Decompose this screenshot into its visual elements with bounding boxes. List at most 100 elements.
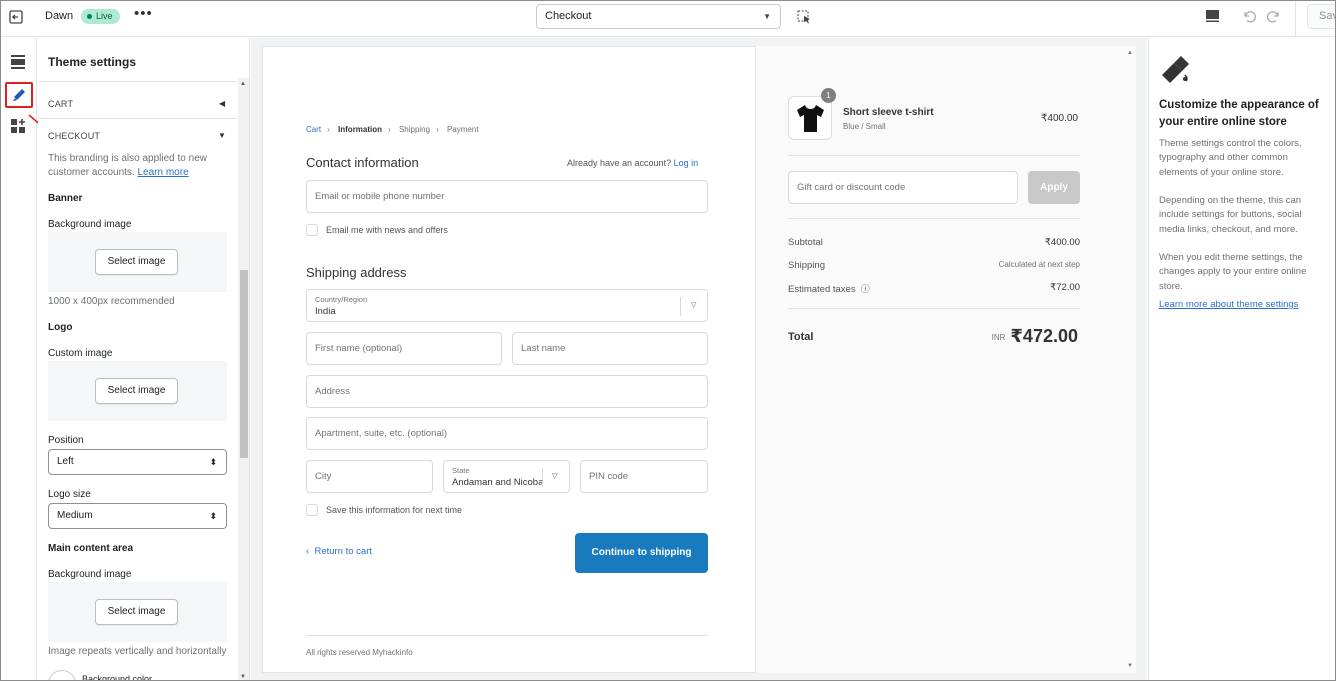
breadcrumb: Cart › Information › Shipping › Payment xyxy=(306,125,485,134)
logo-image-picker: Select image xyxy=(48,361,227,421)
divider xyxy=(38,81,238,82)
country-label: Country/Region xyxy=(315,295,368,304)
save-info-label: Save this information for next time xyxy=(326,505,463,515)
product-variant: Blue / Small xyxy=(843,122,886,131)
logo-heading: Logo xyxy=(48,322,73,333)
country-select[interactable]: Country/Region India ▽ xyxy=(306,289,708,322)
taxes-value: ₹72.00 xyxy=(1050,282,1080,293)
chevron-down-icon: ▽ xyxy=(552,473,558,480)
shipping-value: Calculated at next step xyxy=(998,260,1080,269)
shipping-title: Shipping address xyxy=(306,265,407,280)
state-value: Andaman and Nicobar Islands xyxy=(452,477,542,488)
apply-button[interactable]: Apply xyxy=(1028,171,1080,204)
exit-icon[interactable] xyxy=(9,10,23,24)
paint-brush-icon xyxy=(1162,56,1189,83)
contact-title: Contact information xyxy=(306,155,419,170)
cart-section-header[interactable]: CART ◀ xyxy=(48,99,228,109)
page-select[interactable]: Checkout ▼ xyxy=(536,4,781,29)
main-content-heading: Main content area xyxy=(48,543,134,554)
first-name-field[interactable]: First name (optional) xyxy=(306,332,502,365)
tshirt-icon xyxy=(797,105,824,132)
scroll-up-icon[interactable]: ▲ xyxy=(240,81,246,87)
chevron-left-icon: ‹ xyxy=(306,546,310,557)
info-paragraph-1: Theme settings control the colors, typog… xyxy=(1159,138,1302,178)
info-paragraph-2: Depending on the theme, this can include… xyxy=(1159,195,1302,235)
position-select[interactable]: Left ⬍ xyxy=(48,449,227,475)
account-prompt-text: Already have an account? xyxy=(567,158,672,168)
country-value: India xyxy=(315,306,336,317)
logo-size-select[interactable]: Medium ⬍ xyxy=(48,503,227,529)
branding-note: This branding is also applied to new cus… xyxy=(48,152,223,180)
order-summary xyxy=(755,46,1136,673)
info-icon[interactable]: ⓘ xyxy=(858,284,870,294)
position-label: Position xyxy=(48,435,84,446)
rail-sections[interactable] xyxy=(5,50,33,76)
banner-select-image-button[interactable]: Select image xyxy=(95,249,178,275)
address-field[interactable]: Address xyxy=(306,375,708,408)
scroll-down-icon[interactable]: ▼ xyxy=(1127,663,1133,669)
cart-header-label: CART xyxy=(48,99,74,109)
panel-title: Theme settings xyxy=(48,55,137,69)
more-actions-icon[interactable]: ••• xyxy=(134,6,153,21)
banner-hint: 1000 x 400px recommended xyxy=(48,296,175,307)
logo-select-image-button[interactable]: Select image xyxy=(95,378,178,404)
info-panel xyxy=(1148,38,1335,680)
icon-rail xyxy=(1,38,37,680)
total-amount: INR ₹472.00 xyxy=(992,326,1078,347)
learn-more-link[interactable]: Learn more xyxy=(138,167,189,178)
main-select-image-button[interactable]: Select image xyxy=(95,599,178,625)
scroll-down-icon[interactable]: ▼ xyxy=(240,674,246,680)
background-color-swatch[interactable] xyxy=(48,670,76,680)
learn-more-theme-settings-link[interactable]: Learn more about theme settings xyxy=(1159,299,1298,310)
last-name-field[interactable]: Last name xyxy=(512,332,708,365)
undo-icon[interactable] xyxy=(1241,8,1257,24)
inspector-icon[interactable] xyxy=(797,10,812,24)
email-offers-checkbox[interactable] xyxy=(306,224,318,236)
info-paragraph-3: When you edit theme settings, the change… xyxy=(1159,252,1307,292)
checkout-section-header[interactable]: CHECKOUT ▼ xyxy=(48,131,228,141)
divider xyxy=(788,308,1080,309)
main-bg-label: Background image xyxy=(48,569,132,580)
total-label: Total xyxy=(788,331,814,343)
save-button[interactable]: Save xyxy=(1307,4,1335,29)
pin-code-field[interactable]: PIN code xyxy=(580,460,708,493)
top-bar: Dawn Live ••• Checkout ▼ Save xyxy=(1,1,1335,37)
rail-theme-settings[interactable] xyxy=(5,82,33,108)
save-info-checkbox[interactable] xyxy=(306,504,318,516)
state-select[interactable]: State Andaman and Nicobar Islands ▽ xyxy=(443,460,570,493)
select-divider xyxy=(542,468,543,487)
login-link[interactable]: Log in xyxy=(674,158,699,168)
scroll-up-icon[interactable]: ▲ xyxy=(1127,50,1133,56)
discount-code-field[interactable]: Gift card or discount code xyxy=(788,171,1018,204)
redo-icon[interactable] xyxy=(1266,8,1282,24)
breadcrumb-shipping: Shipping xyxy=(398,125,431,134)
city-field[interactable]: City xyxy=(306,460,433,493)
continue-to-shipping-button[interactable]: Continue to shipping xyxy=(575,533,708,573)
select-arrows-icon: ⬍ xyxy=(209,511,217,521)
breadcrumb-information: Information xyxy=(338,125,383,134)
shipping-label: Shipping xyxy=(788,260,825,271)
page-select-value: Checkout xyxy=(545,10,592,22)
repeat-note: Image repeats vertically and horizontall… xyxy=(48,646,227,657)
account-prompt: Already have an account? Log in xyxy=(567,158,698,168)
subtotal-label: Subtotal xyxy=(788,237,823,248)
chevron-down-icon: ▽ xyxy=(691,302,697,309)
custom-image-label: Custom image xyxy=(48,348,113,359)
divider xyxy=(38,118,238,119)
desktop-view-icon[interactable] xyxy=(1205,9,1220,23)
breadcrumb-cart[interactable]: Cart xyxy=(306,125,321,134)
banner-image-picker: Select image xyxy=(48,232,227,292)
email-field[interactable]: Email or mobile phone number xyxy=(306,180,708,213)
return-to-cart-label: Return to cart xyxy=(314,546,373,557)
add-apps-icon xyxy=(11,119,25,133)
product-price: ₹400.00 xyxy=(1041,113,1078,124)
quantity-badge: 1 xyxy=(821,88,836,103)
panel-scrollbar-thumb[interactable] xyxy=(240,270,248,458)
store-name: Dawn xyxy=(45,10,74,22)
subtotal-row: Subtotal ₹400.00 xyxy=(788,237,1080,248)
logo-size-label: Logo size xyxy=(48,489,91,500)
apartment-field[interactable]: Apartment, suite, etc. (optional) xyxy=(306,417,708,450)
return-to-cart-link[interactable]: ‹ Return to cart xyxy=(306,546,372,557)
main-image-picker: Select image xyxy=(48,582,227,642)
live-badge: Live xyxy=(81,9,120,24)
